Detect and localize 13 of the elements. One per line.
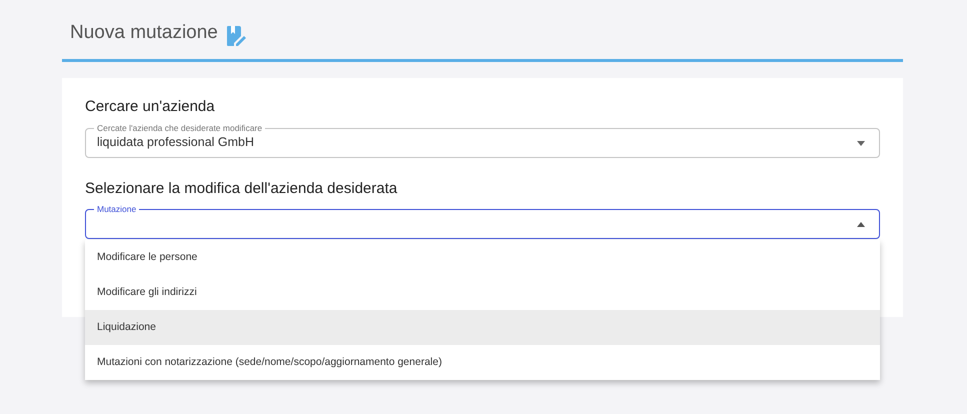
menu-item[interactable]: Liquidazione bbox=[85, 310, 880, 345]
field-label: Cercate l'azienda che desiderate modificare bbox=[94, 122, 266, 132]
menu-item[interactable]: Mutazioni con notarizzazione (sede/nome/scopo/aggiornamento generale) bbox=[85, 345, 880, 380]
page-title: Nuova mutazione bbox=[70, 20, 218, 44]
field-value: liquidata professional GmbH bbox=[97, 134, 254, 152]
menu-item[interactable]: Modificare gli indirizzi bbox=[85, 275, 880, 310]
caret-down-icon[interactable] bbox=[857, 140, 865, 146]
menu-item[interactable]: Modificare le persone bbox=[85, 240, 880, 275]
book-edit-icon bbox=[226, 25, 246, 47]
caret-up-icon[interactable] bbox=[857, 222, 865, 227]
field-label: Mutazione bbox=[94, 204, 140, 214]
section-heading: Selezionare la modifica dell'azienda desiderata bbox=[85, 178, 398, 198]
section-heading: Cercare un'azienda bbox=[85, 97, 216, 117]
